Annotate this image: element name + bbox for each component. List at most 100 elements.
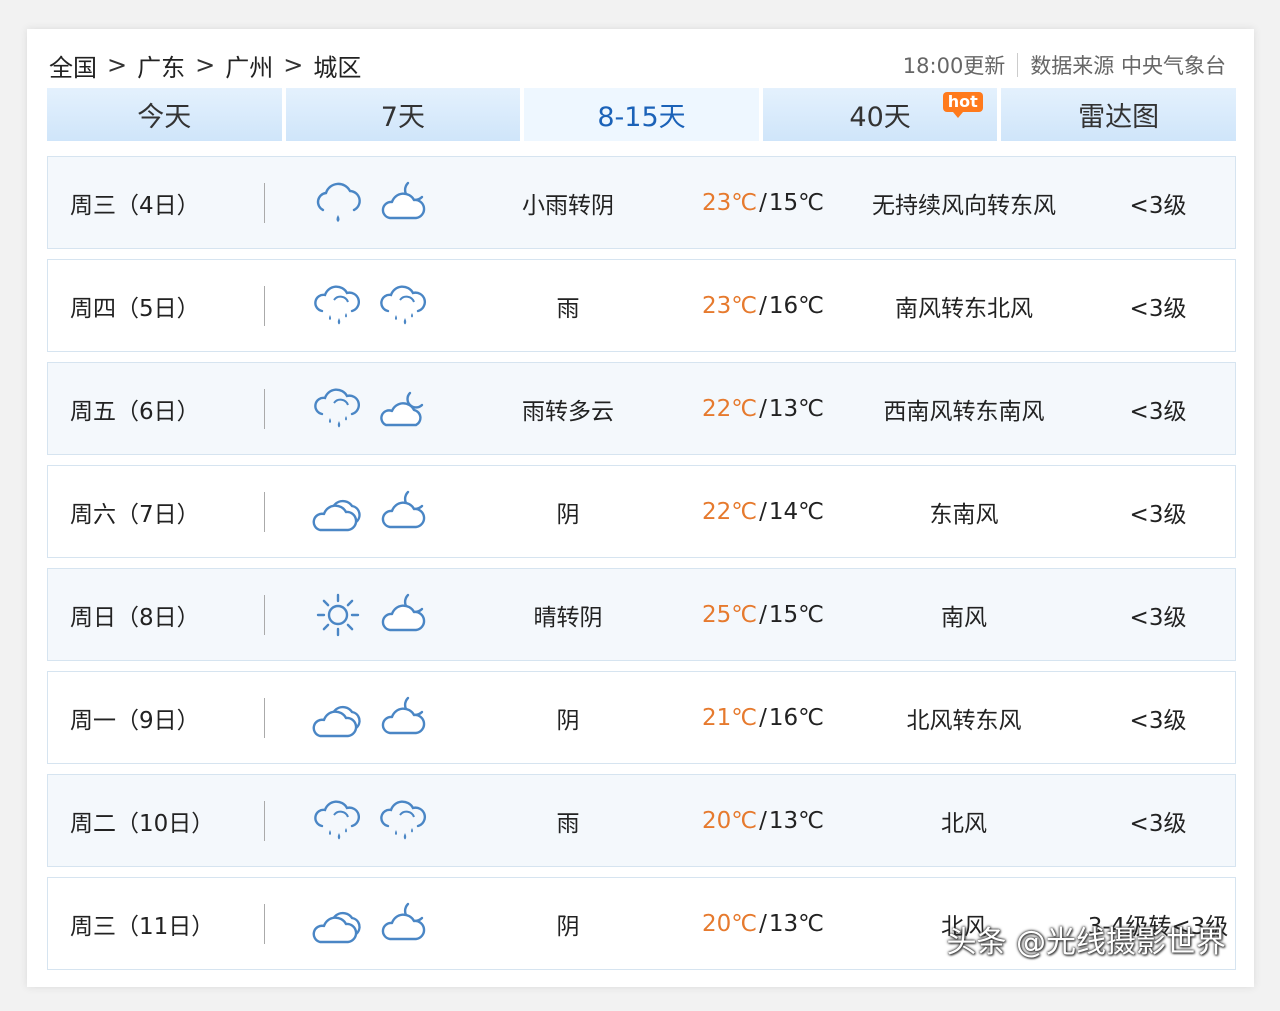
weather-icons [312,775,432,866]
weather-desc: 小雨转阴 [522,192,614,219]
row-divider [264,286,265,326]
tab-7-days[interactable]: 7天 [285,88,521,141]
weather-icons [312,157,432,248]
breadcrumb-district: 城区 [313,53,362,82]
weather-icons [312,466,432,557]
day-label: 周日（8日） [70,604,200,631]
row-divider [264,904,265,944]
high-temp: 20 [702,807,732,834]
temperature: 22 ℃/13 ℃ [688,363,838,454]
cloudy-night-icon [381,490,426,528]
temp-unit: ℃ [731,292,758,319]
wind-level: <3级 [1129,295,1187,322]
temp-separator: / [759,292,767,319]
low-temp: 16 [768,704,799,731]
tab-40-days[interactable]: 40天 hot [762,88,998,141]
temperature: 21 ℃/16 ℃ [688,672,838,763]
wind-direction: 南风 [941,604,987,631]
breadcrumb-separator: > [195,51,216,79]
low-temp: 15 [768,601,799,628]
hot-badge: hot [942,92,983,118]
temp-separator: / [759,807,767,834]
partly-cloudy-night-icon [380,391,424,426]
low-temp: 13 [768,395,799,422]
rain-icon [380,800,427,839]
cloudy-night-icon [381,593,426,631]
wind-level: <3级 [1129,810,1187,837]
low-temp: 13 [768,910,799,937]
high-temp: 22 [702,395,732,422]
day-label: 周六（7日） [70,501,200,528]
temperature: 23 ℃/16 ℃ [688,260,838,351]
rain-icon [314,388,361,427]
temp-unit: ℃ [731,704,758,731]
day-label: 周三（4日） [70,192,200,219]
wind-level: <3级 [1129,398,1187,425]
tab-label: 雷达图 [1078,102,1160,133]
top-bar: 全国 > 广东 > 广州 > 城区 18:00更新 数据来源 中央气象台 [49,45,1226,85]
high-temp: 22 [702,498,732,525]
temp-unit: ℃ [798,498,824,525]
data-source: 数据来源 中央气象台 [1030,54,1226,78]
weather-icons [312,878,432,969]
temp-unit: ℃ [798,292,824,319]
temp-separator: / [759,704,767,731]
weather-desc: 阴 [556,501,580,528]
row-divider [264,698,265,738]
breadcrumb-national[interactable]: 全国 [49,48,97,83]
weather-icons [312,363,432,454]
overcast-icon [312,911,361,943]
row-divider [264,492,265,532]
forecast-row: 周二（10日）雨 20 ℃/13 ℃ 北风 <3级 [47,774,1236,867]
wind-level: <3级 [1129,192,1187,219]
forecast-list: 周三（4日） 小雨转阴 23 ℃/15 ℃ 无持续风向转东风 <3级 周四（5日）雨 23 ℃/1… [47,156,1236,980]
weather-desc: 晴转阴 [533,604,603,631]
temperature: 20 ℃/13 ℃ [688,775,838,866]
temp-unit: ℃ [731,910,758,937]
day-label: 周五（6日） [70,398,200,425]
breadcrumb-guangdong[interactable]: 广东 [137,48,185,83]
high-temp: 20 [702,910,732,937]
high-temp: 23 [702,189,732,216]
low-temp: 16 [768,292,799,319]
breadcrumb: 全国 > 广东 > 广州 > 城区 [49,48,361,83]
tab-label: 今天 [137,102,192,133]
wind-level: <3级 [1129,707,1187,734]
wind-direction: 北风转东风 [906,707,1022,734]
low-temp: 14 [768,498,799,525]
temperature: 23 ℃/15 ℃ [688,157,838,248]
temperature: 20 ℃/13 ℃ [688,878,838,969]
wind-direction: 西南风转东南风 [883,398,1045,425]
temperature: 22 ℃/14 ℃ [688,466,838,557]
tab-8-15-days[interactable]: 8-15天 [524,88,759,141]
tab-label: 40天 [849,102,911,133]
weather-desc: 阴 [556,913,580,940]
forecast-row: 周一（9日）阴 21 ℃/16 ℃ 北风转东风 <3级 [47,671,1236,764]
temp-separator: / [759,498,767,525]
weather-icons [312,569,432,660]
temp-unit: ℃ [731,498,758,525]
temp-separator: / [759,189,767,216]
tab-label: 8-15天 [597,102,686,133]
meta-divider [1017,53,1019,77]
tab-radar[interactable]: 雷达图 [1001,88,1236,141]
weather-desc: 雨转多云 [522,398,614,425]
row-divider [264,389,265,429]
breadcrumb-guangzhou[interactable]: 广州 [225,48,273,83]
day-label: 周二（10日） [70,810,215,837]
forecast-row: 周三（4日） 小雨转阴 23 ℃/15 ℃ 无持续风向转东风 <3级 [47,156,1236,249]
temp-unit: ℃ [798,910,824,937]
temp-separator: / [759,910,767,937]
weather-desc: 雨 [556,810,580,837]
temp-unit: ℃ [798,601,824,628]
tab-today[interactable]: 今天 [47,88,282,141]
cloudy-night-icon [381,181,426,219]
low-temp: 13 [768,807,799,834]
breadcrumb-separator: > [283,51,304,79]
weather-icons [312,260,432,351]
weather-desc: 雨 [556,295,580,322]
temp-separator: / [759,395,767,422]
tab-label: 7天 [380,102,425,133]
wind-level: <3级 [1129,604,1187,631]
forecast-row: 周四（5日）雨 23 ℃/16 ℃ 南风转东北风 <3级 [47,259,1236,352]
